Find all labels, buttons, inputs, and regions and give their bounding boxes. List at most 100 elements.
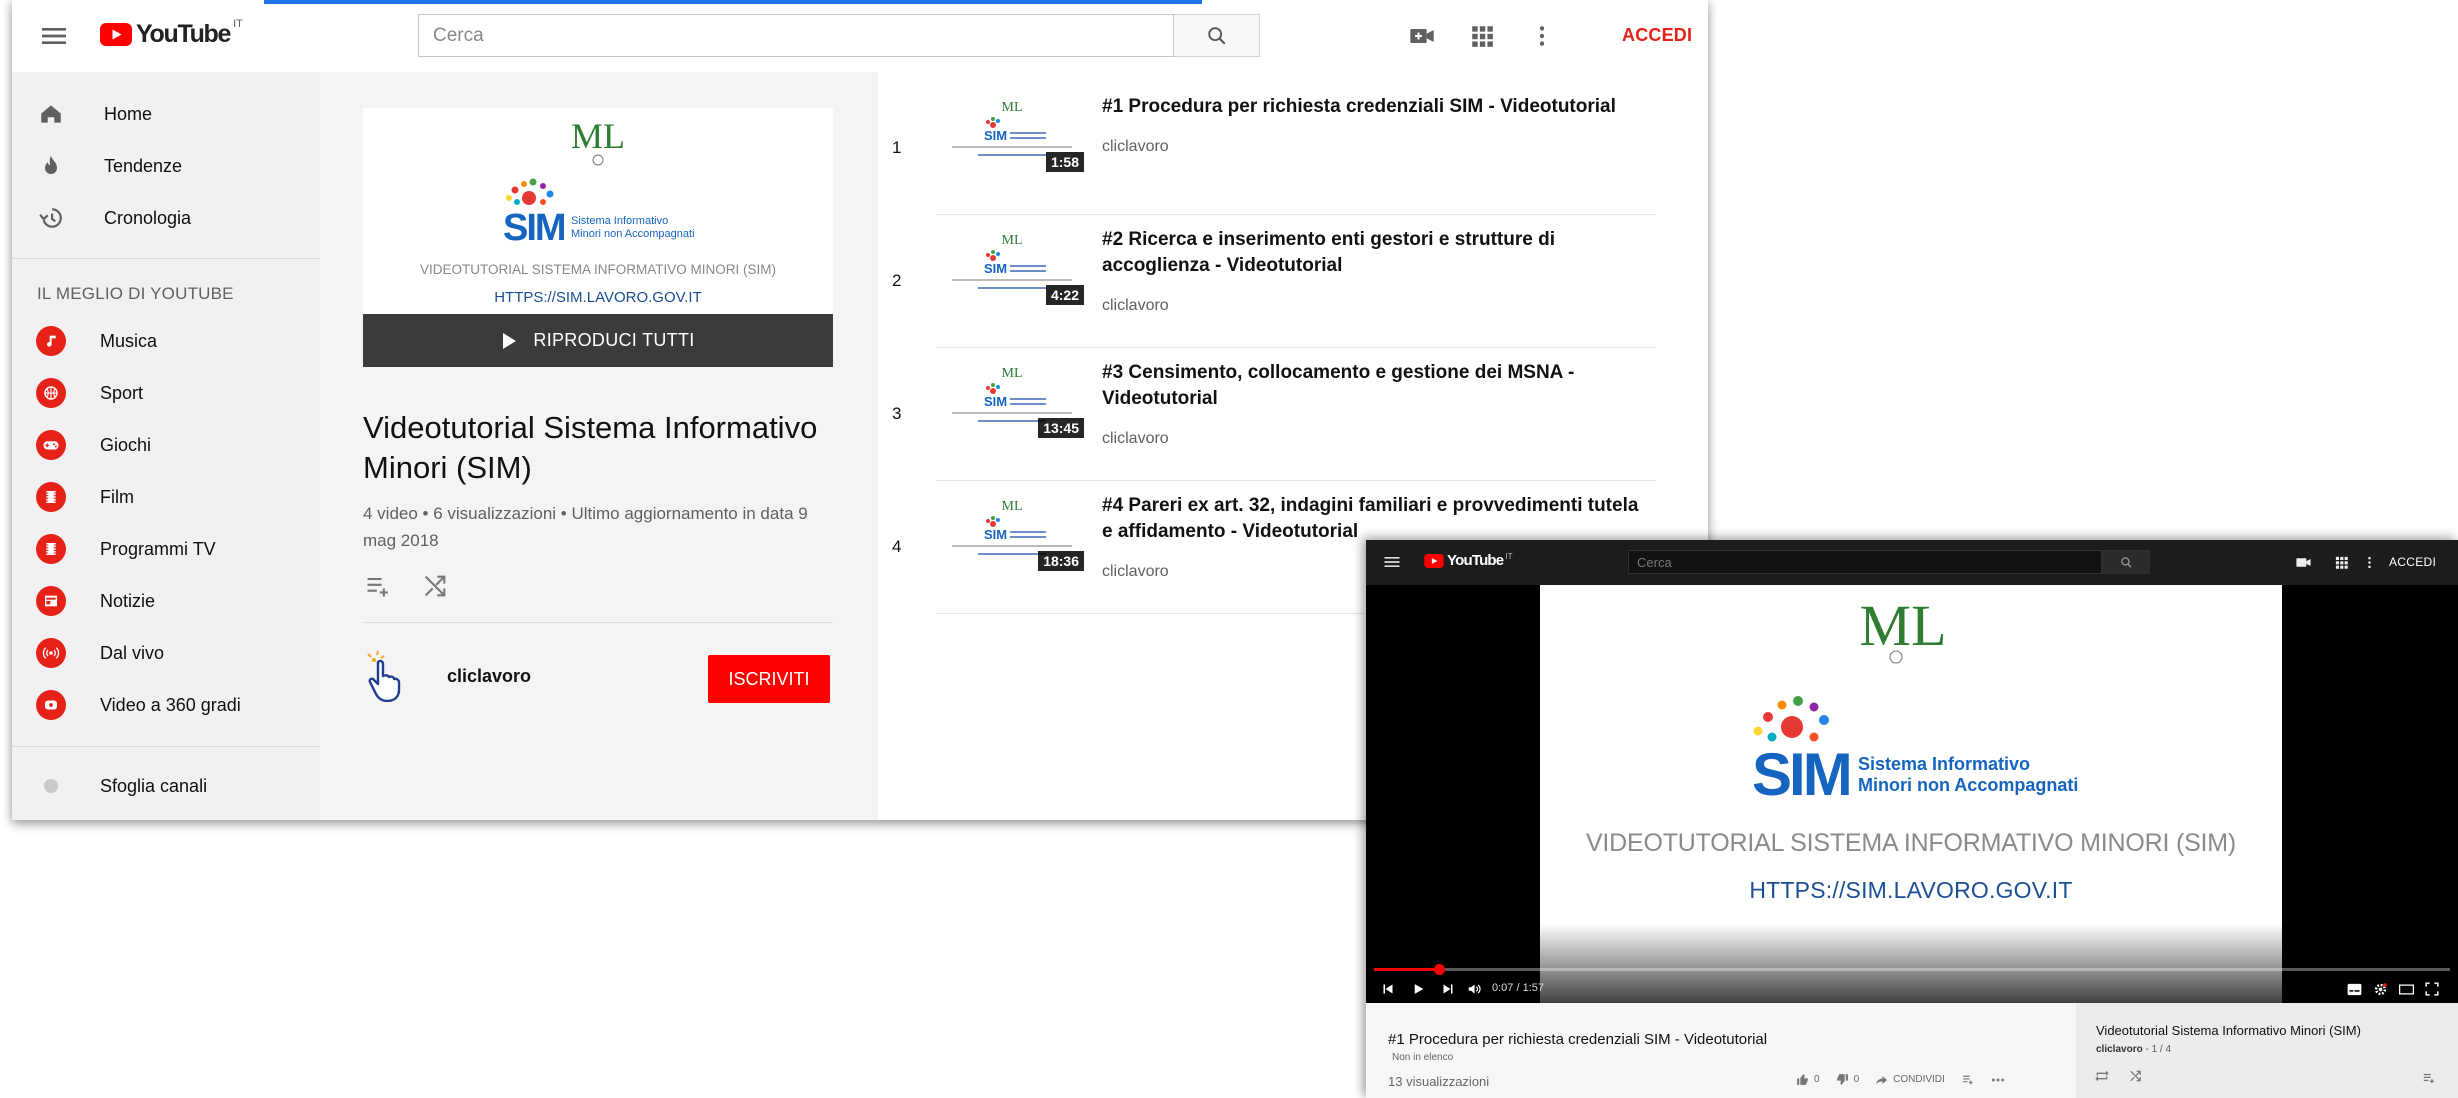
apps-grid-icon[interactable] [2332,553,2350,571]
channel-name[interactable]: cliclavoro [447,666,531,687]
queue-owner[interactable]: cliclavoro [2096,1044,2143,1055]
more-vertical-icon[interactable] [1526,20,1558,52]
upload-video-icon[interactable] [2294,553,2312,571]
view-count: 13 visualizzazioni [1388,1074,1490,1089]
video-title: #1 Procedura per richiesta credenziali S… [1388,1031,1768,1048]
frame-title: VIDEOTUTORIAL SISTEMA INFORMATIVO MINORI… [1585,829,2237,857]
video-channel[interactable]: cliclavoro [1102,430,1169,448]
more-vertical-icon[interactable] [2360,553,2378,571]
video-thumbnail[interactable]: ML SIM 13:45 [940,362,1084,438]
video-thumbnail[interactable]: ML SIM 18:36 [940,495,1084,571]
subtitles-icon[interactable] [2344,979,2364,999]
search-input[interactable]: Cerca [418,14,1174,57]
video-channel[interactable]: cliclavoro [1102,563,1169,581]
search-input[interactable]: Cerca [1628,550,2102,574]
sidebar-item-label: Video a 360 gradi [100,694,241,715]
frame-tagline-1: Sistema Informativo [1858,754,2030,774]
add-to-playlist-icon[interactable] [1961,1073,1975,1086]
vr360-icon [36,690,66,720]
sport-icon [36,378,66,408]
play-icon [503,332,517,349]
sidebar-item-film[interactable]: Film [12,471,320,523]
add-to-queue-icon[interactable] [363,572,393,600]
menu-icon[interactable] [1382,552,1402,572]
sidebar-item-news[interactable]: Notizie [12,575,320,627]
fullscreen-icon[interactable] [2422,979,2442,999]
sidebar-item-label: Programmi TV [100,538,216,559]
video-thumbnail[interactable]: ML SIM 1:58 [940,96,1084,172]
playlist-video-item[interactable]: 2 ML SIM 4:22 #2 Ricerca e inserimento e… [878,215,1658,348]
youtube-logo[interactable]: YouTube IT [1424,552,1512,569]
more-horizontal-icon[interactable] [1991,1077,2005,1083]
sidebar-item-trending[interactable]: Tendenze [12,140,320,192]
sidebar-item-history[interactable]: Cronologia [12,192,320,244]
gamepad-icon [36,430,66,460]
country-code: IT [1505,552,1513,561]
video-thumbnail[interactable]: ML SIM 4:22 [940,229,1084,305]
theater-mode-icon[interactable] [2396,979,2416,999]
channel-avatar[interactable] [364,648,414,702]
watch-top-bar: YouTube IT Cerca ACCEDI [1366,540,2458,585]
video-title[interactable]: #1 Procedura per richiesta credenziali S… [1102,94,1650,120]
search-button[interactable] [1174,14,1260,57]
progress-bar[interactable] [1374,968,2450,971]
youtube-logo[interactable]: YouTube IT [100,18,243,49]
settings-gear-icon[interactable] [2370,979,2390,999]
sidebar-item-games[interactable]: Giochi [12,419,320,471]
loop-icon[interactable] [2094,1069,2110,1083]
video-channel[interactable]: cliclavoro [1102,138,1169,156]
apps-grid-icon[interactable] [1466,20,1498,52]
sidebar-item-browse-channels[interactable]: Sfoglia canali [12,760,320,812]
thumb-sim: SIM [984,527,1007,542]
sidebar-item-360-video[interactable]: Video a 360 gradi [12,679,320,731]
country-code: IT [233,18,243,30]
thumb-sim: SIM [984,128,1007,143]
history-icon [36,203,66,233]
film-icon [36,482,66,512]
queue-playlist-title[interactable]: Videotutorial Sistema Informativo Minori… [2096,1023,2361,1038]
upload-video-icon[interactable] [1406,20,1438,52]
sidebar-item-home[interactable]: Home [12,88,320,140]
add-to-queue-icon[interactable] [2421,1071,2437,1085]
shuffle-icon[interactable] [2128,1069,2143,1083]
sidebar-item-label: Sport [100,382,144,403]
sign-in-button[interactable]: ACCEDI [2389,555,2436,569]
sidebar-item-live[interactable]: Dal vivo [12,627,320,679]
sidebar-item-label: Film [100,486,134,507]
playlist-queue-panel: Videotutorial Sistema Informativo Minori… [2076,1003,2458,1098]
video-title[interactable]: #3 Censimento, collocamento e gestione d… [1102,360,1650,412]
video-player[interactable]: ML SIM Sistema Informativo Minori non Ac… [1366,585,2458,1003]
play-all-button[interactable]: RIPRODUCI TUTTI [363,314,833,367]
video-title[interactable]: #2 Ricerca e inserimento enti gestori e … [1102,227,1650,279]
subscribe-button[interactable]: ISCRIVITI [708,655,830,703]
music-icon [36,326,66,356]
sidebar-item-sport[interactable]: Sport [12,367,320,419]
video-channel[interactable]: cliclavoro [1102,297,1169,315]
shuffle-icon[interactable] [421,572,449,600]
menu-icon[interactable] [38,20,70,52]
playlist-video-item[interactable]: 3 ML SIM 13:45 #3 Censimento, collocamen… [878,348,1658,481]
youtube-play-logo-icon [1424,553,1444,568]
sidebar-item-label: Tendenze [104,155,183,176]
sign-in-button[interactable]: ACCEDI [1622,25,1692,46]
dislike-button[interactable]: 0 [1836,1073,1859,1086]
share-button[interactable]: CONDIVIDI [1875,1074,1945,1086]
news-icon [36,586,66,616]
play-icon[interactable] [1408,979,1428,999]
progress-scrubber[interactable] [1433,964,1445,975]
sidebar-item-label: Home [104,103,153,124]
like-button[interactable]: 0 [1796,1073,1820,1086]
unlisted-badge: Non in elenco [1392,1052,1454,1063]
previous-icon[interactable] [1378,979,1398,999]
search-button[interactable] [2102,550,2150,574]
video-index: 2 [892,271,902,290]
sidebar-item-tv-shows[interactable]: Programmi TV [12,523,320,575]
video-title[interactable]: #4 Pareri ex art. 32, indagini familiari… [1102,493,1650,545]
playlist-video-item[interactable]: 1 ML SIM 1:58 #1 Procedura per richiesta… [878,82,1658,215]
volume-icon[interactable] [1464,979,1484,999]
sidebar-item-label: Sfoglia canali [100,775,208,796]
thumb-monogram: ML [1002,499,1023,514]
sidebar-divider [12,258,320,259]
next-icon[interactable] [1438,979,1458,999]
sidebar-item-music[interactable]: Musica [12,315,320,367]
